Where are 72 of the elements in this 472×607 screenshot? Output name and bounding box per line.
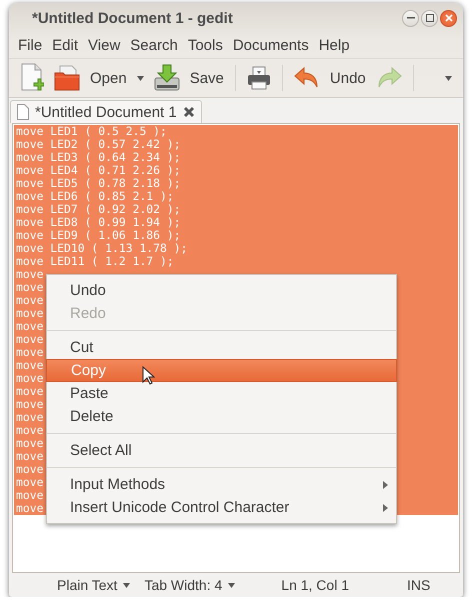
menu-item[interactable]: Edit bbox=[47, 37, 84, 54]
menu-item[interactable]: Search bbox=[125, 37, 183, 54]
document-tab[interactable]: *Untitled Document 1 bbox=[10, 100, 202, 123]
code-line: move bbox=[15, 463, 44, 476]
document-icon bbox=[17, 104, 29, 120]
code-line: move bbox=[15, 333, 44, 346]
context-menu-item[interactable]: Input Methods bbox=[47, 473, 396, 496]
minimize-icon bbox=[406, 17, 414, 19]
code-line: move bbox=[15, 424, 44, 437]
code-line: move bbox=[15, 398, 44, 411]
code-line: move bbox=[15, 437, 44, 450]
undo-button[interactable]: Undo bbox=[288, 61, 371, 95]
window-title: *Untitled Document 1 - gedit bbox=[32, 10, 234, 26]
code-line: move bbox=[15, 268, 44, 281]
save-drive-icon bbox=[154, 64, 180, 92]
submenu-arrow-icon bbox=[383, 480, 388, 488]
status-text: Ln 1, Col 1 bbox=[281, 577, 349, 593]
code-line: move LED3 ( 0.64 2.34 ); bbox=[15, 151, 181, 164]
printer-icon bbox=[246, 66, 271, 90]
menu-item[interactable]: Help bbox=[314, 37, 355, 54]
context-menu-item[interactable]: Insert Unicode Control Character bbox=[47, 496, 396, 519]
code-line: move bbox=[15, 281, 44, 294]
menu-item[interactable]: File bbox=[13, 37, 48, 54]
maximize-button[interactable] bbox=[421, 10, 438, 26]
code-line: move bbox=[15, 385, 44, 398]
status-text: INS bbox=[407, 577, 430, 593]
context-menu-item[interactable]: Select All bbox=[47, 439, 396, 462]
code-line: move LED11 ( 1.2 1.7 ); bbox=[15, 255, 174, 268]
mouse-pointer-icon bbox=[142, 366, 155, 385]
code-line: move bbox=[15, 450, 44, 463]
context-menu-item[interactable]: Undo bbox=[47, 279, 396, 302]
minimize-button[interactable] bbox=[402, 10, 419, 26]
code-line: move LED5 ( 0.78 2.18 ); bbox=[15, 177, 181, 190]
code-line: move LED8 ( 0.99 1.94 ); bbox=[15, 216, 181, 229]
close-button[interactable] bbox=[440, 10, 457, 26]
undo-arrow-icon bbox=[294, 67, 320, 89]
new-document-icon bbox=[20, 63, 44, 93]
tab-label: *Untitled Document 1 bbox=[35, 104, 177, 120]
context-menu-item[interactable]: Delete bbox=[47, 405, 396, 428]
code-line: move LED4 ( 0.71 2.26 ); bbox=[15, 164, 181, 177]
close-icon[interactable] bbox=[182, 106, 195, 118]
code-line: move LED10 ( 1.13 1.78 ); bbox=[15, 242, 188, 255]
redo-arrow-icon bbox=[376, 67, 402, 89]
code-line: move bbox=[15, 476, 44, 489]
code-line: move bbox=[15, 307, 44, 320]
code-line: move bbox=[15, 502, 44, 515]
code-line: move LED7 ( 0.92 2.02 ); bbox=[15, 203, 181, 216]
code-line: move bbox=[15, 359, 44, 372]
caret-icon bbox=[445, 76, 452, 80]
context-menu-item[interactable]: Cut bbox=[47, 336, 396, 359]
code-line: move bbox=[15, 489, 44, 502]
context-menu-item[interactable]: Paste bbox=[47, 382, 396, 405]
code-line: move LED6 ( 0.85 2.1 ); bbox=[15, 190, 174, 203]
menu-item[interactable]: Tools bbox=[182, 37, 228, 54]
code-line: move bbox=[15, 346, 44, 359]
code-line: move bbox=[15, 320, 44, 333]
status-dropdown[interactable]: Tab Width: 4 bbox=[144, 577, 236, 593]
status-dropdown[interactable]: Plain Text bbox=[57, 577, 130, 593]
code-line: move LED1 ( 0.5 2.5 ); bbox=[15, 125, 167, 138]
menu-item[interactable]: View bbox=[83, 37, 126, 54]
folder-icon bbox=[54, 65, 80, 91]
submenu-arrow-icon bbox=[383, 504, 388, 512]
code-line: move bbox=[15, 411, 44, 424]
close-icon bbox=[444, 14, 452, 22]
maximize-icon bbox=[426, 14, 434, 22]
code-line: move LED9 ( 1.06 1.86 ); bbox=[15, 229, 181, 242]
open-button[interactable]: Open bbox=[49, 61, 132, 95]
code-line: move bbox=[15, 294, 44, 307]
save-button[interactable]: Save bbox=[148, 61, 229, 95]
code-line: move LED2 ( 0.57 2.42 ); bbox=[15, 138, 181, 151]
menu-item[interactable]: Documents bbox=[228, 37, 314, 54]
code-line: move bbox=[15, 372, 44, 385]
